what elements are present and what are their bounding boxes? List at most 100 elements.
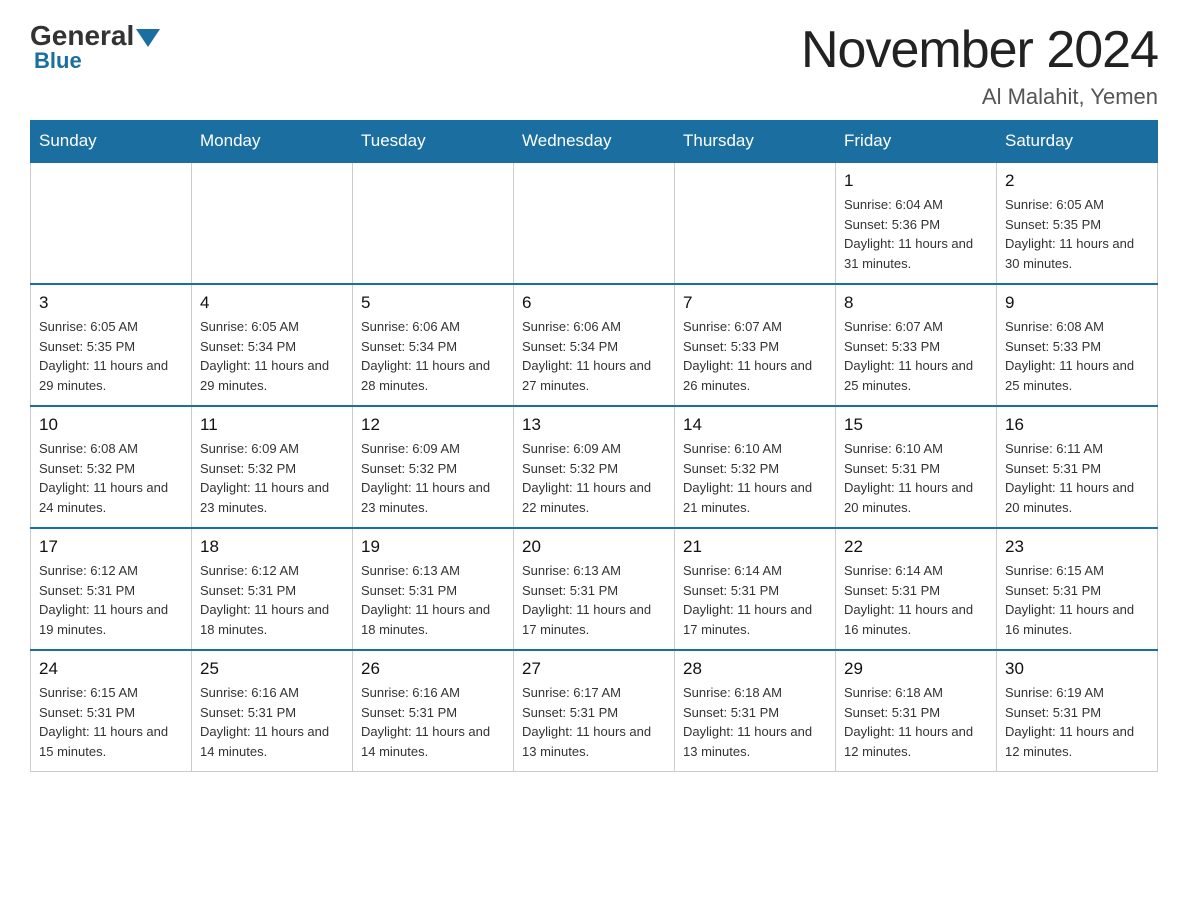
day-info: Sunrise: 6:04 AMSunset: 5:36 PMDaylight:…: [844, 195, 988, 273]
calendar-cell: 5 Sunrise: 6:06 AMSunset: 5:34 PMDaylight…: [353, 284, 514, 406]
day-number: 8: [844, 293, 988, 313]
calendar-cell: 29 Sunrise: 6:18 AMSunset: 5:31 PMDayligh…: [836, 650, 997, 772]
calendar-cell: 26Sunrise: 6:16 AMSunset: 5:31 PMDayligh…: [353, 650, 514, 772]
calendar-cell: 11 Sunrise: 6:09 AMSunset: 5:32 PMDayligh…: [192, 406, 353, 528]
calendar-cell: 2 Sunrise: 6:05 AMSunset: 5:35 PMDaylight…: [997, 162, 1158, 284]
day-number: 29: [844, 659, 988, 679]
day-info: Sunrise: 6:06 AMSunset: 5:34 PMDaylight:…: [361, 317, 505, 395]
day-info: Sunrise: 6:08 AMSunset: 5:32 PMDaylight:…: [39, 439, 183, 517]
day-number: 13: [522, 415, 666, 435]
calendar-cell: 15 Sunrise: 6:10 AMSunset: 5:31 PMDayligh…: [836, 406, 997, 528]
day-number: 28: [683, 659, 827, 679]
day-number: 6: [522, 293, 666, 313]
logo: General Blue: [30, 20, 160, 74]
calendar-cell: 17 Sunrise: 6:12 AMSunset: 5:31 PMDayligh…: [31, 528, 192, 650]
day-number: 16: [1005, 415, 1149, 435]
title-block: November 2024 Al Malahit, Yemen: [801, 20, 1158, 110]
calendar-cell: 12 Sunrise: 6:09 AMSunset: 5:32 PMDayligh…: [353, 406, 514, 528]
calendar-header-thursday: Thursday: [675, 121, 836, 163]
logo-arrow-icon: [136, 29, 160, 47]
day-number: 27: [522, 659, 666, 679]
calendar-cell: 28 Sunrise: 6:18 AMSunset: 5:31 PMDayligh…: [675, 650, 836, 772]
day-info: Sunrise: 6:05 AMSunset: 5:35 PMDaylight:…: [39, 317, 183, 395]
day-number: 2: [1005, 171, 1149, 191]
calendar-cell: [192, 162, 353, 284]
day-info: Sunrise: 6:12 AMSunset: 5:31 PMDaylight:…: [200, 561, 344, 639]
week-row-2: 3 Sunrise: 6:05 AMSunset: 5:35 PMDaylight…: [31, 284, 1158, 406]
day-info: Sunrise: 6:18 AMSunset: 5:31 PMDaylight:…: [683, 683, 827, 761]
calendar-header-saturday: Saturday: [997, 121, 1158, 163]
calendar-cell: [514, 162, 675, 284]
calendar-cell: 7 Sunrise: 6:07 AMSunset: 5:33 PMDaylight…: [675, 284, 836, 406]
day-info: Sunrise: 6:07 AMSunset: 5:33 PMDaylight:…: [683, 317, 827, 395]
calendar-cell: 9Sunrise: 6:08 AMSunset: 5:33 PMDaylight…: [997, 284, 1158, 406]
day-info: Sunrise: 6:15 AMSunset: 5:31 PMDaylight:…: [39, 683, 183, 761]
day-number: 3: [39, 293, 183, 313]
day-info: Sunrise: 6:16 AMSunset: 5:31 PMDaylight:…: [200, 683, 344, 761]
day-info: Sunrise: 6:09 AMSunset: 5:32 PMDaylight:…: [522, 439, 666, 517]
calendar-cell: 3 Sunrise: 6:05 AMSunset: 5:35 PMDaylight…: [31, 284, 192, 406]
day-info: Sunrise: 6:09 AMSunset: 5:32 PMDaylight:…: [200, 439, 344, 517]
calendar-cell: 24Sunrise: 6:15 AMSunset: 5:31 PMDayligh…: [31, 650, 192, 772]
day-info: Sunrise: 6:17 AMSunset: 5:31 PMDaylight:…: [522, 683, 666, 761]
day-number: 25: [200, 659, 344, 679]
calendar-cell: 6 Sunrise: 6:06 AMSunset: 5:34 PMDaylight…: [514, 284, 675, 406]
location-text: Al Malahit, Yemen: [801, 84, 1158, 110]
day-number: 30: [1005, 659, 1149, 679]
calendar-cell: 27 Sunrise: 6:17 AMSunset: 5:31 PMDayligh…: [514, 650, 675, 772]
calendar-header-monday: Monday: [192, 121, 353, 163]
calendar-cell: 19 Sunrise: 6:13 AMSunset: 5:31 PMDayligh…: [353, 528, 514, 650]
page-header: General Blue November 2024 Al Malahit, Y…: [30, 20, 1158, 110]
day-info: Sunrise: 6:12 AMSunset: 5:31 PMDaylight:…: [39, 561, 183, 639]
calendar-cell: 22Sunrise: 6:14 AMSunset: 5:31 PMDayligh…: [836, 528, 997, 650]
calendar-cell: 4 Sunrise: 6:05 AMSunset: 5:34 PMDaylight…: [192, 284, 353, 406]
calendar-cell: 18 Sunrise: 6:12 AMSunset: 5:31 PMDayligh…: [192, 528, 353, 650]
week-row-4: 17 Sunrise: 6:12 AMSunset: 5:31 PMDayligh…: [31, 528, 1158, 650]
day-info: Sunrise: 6:05 AMSunset: 5:35 PMDaylight:…: [1005, 195, 1149, 273]
calendar-cell: 21Sunrise: 6:14 AMSunset: 5:31 PMDayligh…: [675, 528, 836, 650]
day-info: Sunrise: 6:06 AMSunset: 5:34 PMDaylight:…: [522, 317, 666, 395]
day-number: 11: [200, 415, 344, 435]
day-number: 23: [1005, 537, 1149, 557]
day-info: Sunrise: 6:08 AMSunset: 5:33 PMDaylight:…: [1005, 317, 1149, 395]
day-number: 1: [844, 171, 988, 191]
calendar-cell: 25 Sunrise: 6:16 AMSunset: 5:31 PMDayligh…: [192, 650, 353, 772]
day-info: Sunrise: 6:10 AMSunset: 5:32 PMDaylight:…: [683, 439, 827, 517]
week-row-1: 1 Sunrise: 6:04 AMSunset: 5:36 PMDaylight…: [31, 162, 1158, 284]
day-number: 7: [683, 293, 827, 313]
day-info: Sunrise: 6:10 AMSunset: 5:31 PMDaylight:…: [844, 439, 988, 517]
day-info: Sunrise: 6:09 AMSunset: 5:32 PMDaylight:…: [361, 439, 505, 517]
day-number: 20: [522, 537, 666, 557]
day-number: 19: [361, 537, 505, 557]
day-number: 5: [361, 293, 505, 313]
day-number: 12: [361, 415, 505, 435]
day-number: 18: [200, 537, 344, 557]
calendar-cell: 23 Sunrise: 6:15 AMSunset: 5:31 PMDayligh…: [997, 528, 1158, 650]
day-number: 14: [683, 415, 827, 435]
calendar-cell: 8Sunrise: 6:07 AMSunset: 5:33 PMDaylight…: [836, 284, 997, 406]
calendar-cell: 14 Sunrise: 6:10 AMSunset: 5:32 PMDayligh…: [675, 406, 836, 528]
calendar-header-sunday: Sunday: [31, 121, 192, 163]
day-number: 10: [39, 415, 183, 435]
calendar-table: SundayMondayTuesdayWednesdayThursdayFrid…: [30, 120, 1158, 772]
day-info: Sunrise: 6:13 AMSunset: 5:31 PMDaylight:…: [522, 561, 666, 639]
week-row-3: 10 Sunrise: 6:08 AMSunset: 5:32 PMDayligh…: [31, 406, 1158, 528]
calendar-cell: 20 Sunrise: 6:13 AMSunset: 5:31 PMDayligh…: [514, 528, 675, 650]
day-info: Sunrise: 6:13 AMSunset: 5:31 PMDaylight:…: [361, 561, 505, 639]
calendar-cell: 10 Sunrise: 6:08 AMSunset: 5:32 PMDayligh…: [31, 406, 192, 528]
day-info: Sunrise: 6:19 AMSunset: 5:31 PMDaylight:…: [1005, 683, 1149, 761]
day-info: Sunrise: 6:14 AMSunset: 5:31 PMDaylight:…: [844, 561, 988, 639]
day-info: Sunrise: 6:15 AMSunset: 5:31 PMDaylight:…: [1005, 561, 1149, 639]
calendar-cell: 30 Sunrise: 6:19 AMSunset: 5:31 PMDayligh…: [997, 650, 1158, 772]
day-number: 4: [200, 293, 344, 313]
day-info: Sunrise: 6:18 AMSunset: 5:31 PMDaylight:…: [844, 683, 988, 761]
calendar-cell: [31, 162, 192, 284]
day-number: 17: [39, 537, 183, 557]
day-info: Sunrise: 6:05 AMSunset: 5:34 PMDaylight:…: [200, 317, 344, 395]
calendar-header-friday: Friday: [836, 121, 997, 163]
day-number: 15: [844, 415, 988, 435]
day-info: Sunrise: 6:14 AMSunset: 5:31 PMDaylight:…: [683, 561, 827, 639]
calendar-cell: [675, 162, 836, 284]
calendar-cell: 13 Sunrise: 6:09 AMSunset: 5:32 PMDayligh…: [514, 406, 675, 528]
calendar-cell: 1 Sunrise: 6:04 AMSunset: 5:36 PMDaylight…: [836, 162, 997, 284]
